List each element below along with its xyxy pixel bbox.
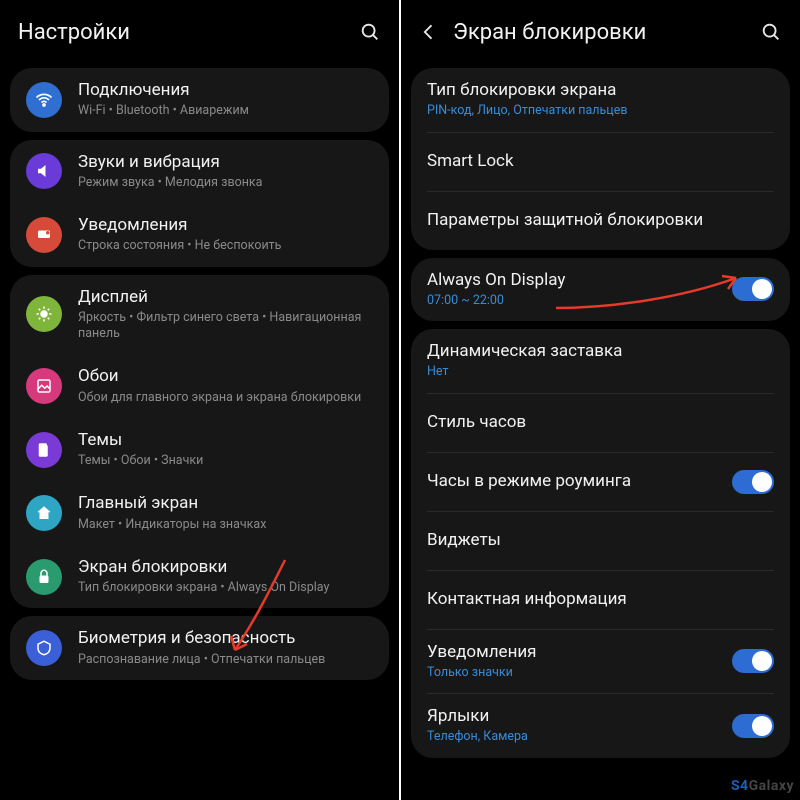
settings-group: Подключения Wi-Fi • Bluetooth • Авиарежи… <box>10 68 389 132</box>
toggle-shortcuts[interactable] <box>732 714 774 738</box>
item-subtitle: Wi-Fi • Bluetooth • Авиарежим <box>78 103 373 119</box>
item-secure-lock-settings[interactable]: Параметры защитной блокировки <box>411 192 790 250</box>
item-subtitle: Темы • Обои • Значки <box>78 453 373 469</box>
lockscreen-title: Экран блокировки <box>453 20 760 45</box>
item-subtitle: PIN-код, Лицо, Отпечатки пальцев <box>427 103 774 119</box>
item-title: Ярлыки <box>427 706 722 727</box>
item-contact-info[interactable]: Контактная информация <box>411 571 790 629</box>
settings-pane: Настройки Подключения Wi-Fi • Bluetooth … <box>0 0 399 800</box>
wifi-icon <box>26 82 62 118</box>
settings-item-connections[interactable]: Подключения Wi-Fi • Bluetooth • Авиарежи… <box>10 68 389 132</box>
item-title: Always On Display <box>427 270 722 291</box>
wallpaper-icon <box>26 368 62 404</box>
item-shortcuts[interactable]: Ярлыки Телефон, Камера <box>411 694 790 758</box>
settings-title: Настройки <box>18 20 359 45</box>
item-title: Главный экран <box>78 493 373 514</box>
lock-icon <box>26 559 62 595</box>
settings-item-wallpaper[interactable]: Обои Обои для главного экрана и экрана б… <box>10 354 389 418</box>
home-icon <box>26 495 62 531</box>
biometrics-icon <box>26 630 62 666</box>
settings-item-sounds[interactable]: Звуки и вибрация Режим звука • Мелодия з… <box>10 140 389 204</box>
settings-group: Дисплей Яркость • Фильтр синего света • … <box>10 275 389 609</box>
search-icon[interactable] <box>760 21 782 43</box>
item-title: Динамическая заставка <box>427 341 774 362</box>
item-title: Биометрия и безопасность <box>78 628 373 649</box>
settings-item-home[interactable]: Главный экран Макет • Индикаторы на знач… <box>10 481 389 545</box>
item-subtitle: Распознавание лица • Отпечатки пальцев <box>78 652 373 668</box>
item-title: Звуки и вибрация <box>78 152 373 173</box>
settings-group: Биометрия и безопасность Распознавание л… <box>10 616 389 680</box>
search-icon[interactable] <box>359 21 381 43</box>
settings-item-notifications[interactable]: Уведомления Строка состояния • Не беспок… <box>10 203 389 267</box>
item-title: Дисплей <box>78 287 373 308</box>
item-title: Темы <box>78 430 373 451</box>
item-notifications[interactable]: Уведомления Только значки <box>411 630 790 694</box>
toggle-notifications[interactable] <box>732 649 774 673</box>
item-title: Параметры защитной блокировки <box>427 210 774 231</box>
item-title: Уведомления <box>78 215 373 236</box>
lockscreen-group: Динамическая заставка Нет Стиль часов Ча… <box>411 329 790 758</box>
item-subtitle: Режим звука • Мелодия звонка <box>78 175 373 191</box>
item-title: Стиль часов <box>427 412 774 433</box>
watermark: S4Galaxy <box>731 778 794 794</box>
item-title: Подключения <box>78 80 373 101</box>
display-icon <box>26 296 62 332</box>
item-always-on-display[interactable]: Always On Display 07:00 ~ 22:00 <box>411 258 790 322</box>
lockscreen-header: Экран блокировки <box>401 0 800 60</box>
item-title: Часы в режиме роуминга <box>427 471 722 492</box>
item-subtitle: 07:00 ~ 22:00 <box>427 293 722 309</box>
item-subtitle: Строка состояния • Не беспокоить <box>78 238 373 254</box>
themes-icon <box>26 432 62 468</box>
item-lock-type[interactable]: Тип блокировки экрана PIN-код, Лицо, Отп… <box>411 68 790 132</box>
item-title: Smart Lock <box>427 151 774 172</box>
item-subtitle: Яркость • Фильтр синего света • Навигаци… <box>78 310 373 343</box>
item-title: Виджеты <box>427 530 774 551</box>
item-title: Обои <box>78 366 373 387</box>
item-title: Уведомления <box>427 642 722 663</box>
lockscreen-group: Always On Display 07:00 ~ 22:00 <box>411 258 790 322</box>
item-subtitle: Нет <box>427 364 774 380</box>
settings-group: Звуки и вибрация Режим звука • Мелодия з… <box>10 140 389 267</box>
item-widgets[interactable]: Виджеты <box>411 512 790 570</box>
sound-icon <box>26 153 62 189</box>
item-clock-style[interactable]: Стиль часов <box>411 394 790 452</box>
item-subtitle: Тип блокировки экрана • Always On Displa… <box>78 580 373 596</box>
settings-item-themes[interactable]: Темы Темы • Обои • Значки <box>10 418 389 482</box>
item-smart-lock[interactable]: Smart Lock <box>411 133 790 191</box>
item-title: Экран блокировки <box>78 557 373 578</box>
item-subtitle: Только значки <box>427 665 722 681</box>
lockscreen-pane: Экран блокировки Тип блокировки экрана P… <box>401 0 800 800</box>
item-subtitle: Макет • Индикаторы на значках <box>78 517 373 533</box>
lockscreen-group: Тип блокировки экрана PIN-код, Лицо, Отп… <box>411 68 790 250</box>
settings-item-display[interactable]: Дисплей Яркость • Фильтр синего света • … <box>10 275 389 355</box>
toggle-always-on-display[interactable] <box>732 277 774 301</box>
item-subtitle: Обои для главного экрана и экрана блокир… <box>78 390 373 406</box>
settings-header: Настройки <box>0 0 399 60</box>
item-title: Тип блокировки экрана <box>427 80 774 101</box>
notification-icon <box>26 217 62 253</box>
toggle-roaming-clock[interactable] <box>732 470 774 494</box>
item-roaming-clock[interactable]: Часы в режиме роуминга <box>411 453 790 511</box>
item-subtitle: Телефон, Камера <box>427 729 722 745</box>
settings-item-biometrics[interactable]: Биометрия и безопасность Распознавание л… <box>10 616 389 680</box>
item-dynamic-screensaver[interactable]: Динамическая заставка Нет <box>411 329 790 393</box>
settings-item-lockscreen[interactable]: Экран блокировки Тип блокировки экрана •… <box>10 545 389 609</box>
item-title: Контактная информация <box>427 589 774 610</box>
back-button[interactable] <box>419 22 439 42</box>
